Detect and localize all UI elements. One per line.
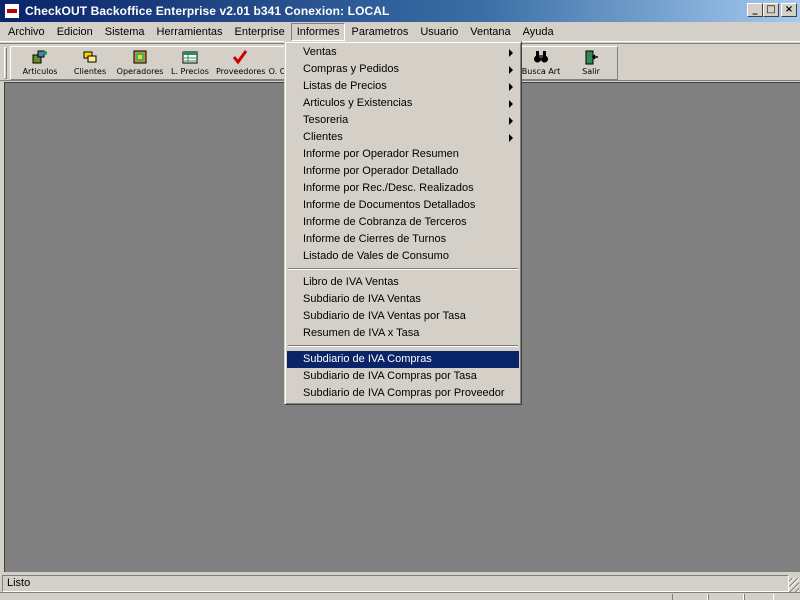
menu-item-label: Compras y Pedidos — [303, 63, 399, 75]
toolbar-clientes-button[interactable]: Clientes — [66, 47, 114, 80]
menu-item-subdiario-iva-ventas[interactable]: Subdiario de IVA Ventas — [287, 291, 519, 308]
menu-item-label: Tesoreria — [303, 114, 349, 126]
menu-item-clientes[interactable]: Clientes — [287, 129, 519, 146]
exit-door-icon — [583, 49, 599, 65]
app-icon[interactable] — [4, 3, 20, 19]
menu-item-listas-precios[interactable]: Listas de Precios — [287, 78, 519, 95]
toolbar-operadores-label: Operadores — [116, 67, 164, 76]
menu-item-resumen-iva-tasa[interactable]: Resumen de IVA x Tasa — [287, 325, 519, 342]
menu-item-operador-resumen[interactable]: Informe por Operador Resumen — [287, 146, 519, 163]
menu-item-compras-pedidos[interactable]: Compras y Pedidos — [287, 61, 519, 78]
clients-icon — [82, 49, 98, 65]
menu-item-operador-detallado[interactable]: Informe por Operador Detallado — [287, 163, 519, 180]
title-bar[interactable]: CheckOUT Backoffice Enterprise v2.01 b34… — [0, 0, 800, 22]
menu-item-label: Ventas — [303, 46, 337, 58]
menu-item-subdiario-iva-ventas-tasa[interactable]: Subdiario de IVA Ventas por Tasa — [287, 308, 519, 325]
menu-item-ventas[interactable]: Ventas — [287, 44, 519, 61]
submenu-arrow-icon — [509, 83, 513, 91]
menu-item-libro-iva-ventas[interactable]: Libro de IVA Ventas — [287, 274, 519, 291]
menu-item-label: Listas de Precios — [303, 80, 387, 92]
menu-ventana[interactable]: Ventana — [464, 23, 516, 41]
menu-item-subdiario-iva-compras-proveedor[interactable]: Subdiario de IVA Compras por Proveedor — [287, 385, 519, 402]
operators-icon — [132, 49, 148, 65]
close-button[interactable]: × — [781, 3, 797, 17]
binoculars-icon — [533, 49, 549, 65]
toolbar-operadores-button[interactable]: Operadores — [116, 47, 164, 80]
submenu-arrow-icon — [509, 134, 513, 142]
resize-grip-icon[interactable] — [789, 578, 799, 592]
menu-item-label: Articulos y Existencias — [303, 97, 413, 109]
menu-usuario[interactable]: Usuario — [414, 23, 464, 41]
menu-item-tesoreria[interactable]: Tesoreria — [287, 112, 519, 129]
menu-separator — [287, 342, 519, 351]
toolbar-listas-precios-label: L. Precios — [171, 67, 209, 76]
purchase-order-icon — [269, 49, 285, 65]
submenu-arrow-icon — [509, 100, 513, 108]
menu-bar: Archivo Edicion Sistema Herramientas Ent… — [0, 22, 800, 42]
toolbar-grip[interactable] — [4, 47, 7, 79]
menu-item-rec-desc[interactable]: Informe por Rec./Desc. Realizados — [287, 180, 519, 197]
toolbar-busca-art-button[interactable]: Busca Art — [518, 47, 564, 80]
menu-item-subdiario-iva-compras-tasa[interactable]: Subdiario de IVA Compras por Tasa — [287, 368, 519, 385]
submenu-arrow-icon — [509, 49, 513, 57]
menu-archivo[interactable]: Archivo — [2, 23, 51, 41]
menu-item-cierres-turnos[interactable]: Informe de Cierres de Turnos — [287, 231, 519, 248]
status-lower-panels — [0, 592, 800, 600]
toolbar-busca-art-label: Busca Art — [521, 67, 561, 76]
toolbar-salir-label: Salir — [582, 67, 600, 76]
menu-parametros[interactable]: Parametros — [345, 23, 414, 41]
price-list-icon — [182, 49, 198, 65]
menu-separator — [287, 265, 519, 274]
menu-item-vales-consumo[interactable]: Listado de Vales de Consumo — [287, 248, 519, 265]
toolbar-articulos-label: Articulos — [22, 67, 58, 76]
window-title: CheckOUT Backoffice Enterprise v2.01 b34… — [25, 4, 390, 18]
submenu-arrow-icon — [509, 117, 513, 125]
minimize-button[interactable]: _ — [747, 3, 763, 17]
checkmark-icon — [232, 49, 248, 65]
menu-informes[interactable]: Informes — [290, 22, 346, 41]
status-text: Listo — [2, 575, 789, 592]
articles-icon — [32, 49, 48, 65]
toolbar-salir-button[interactable]: Salir — [568, 47, 614, 80]
menu-enterprise[interactable]: Enterprise — [229, 23, 291, 41]
menu-item-label: Clientes — [303, 131, 343, 143]
status-panel-segment — [708, 594, 744, 600]
menu-sistema[interactable]: Sistema — [99, 23, 151, 41]
menu-item-documentos-detallados[interactable]: Informe de Documentos Detallados — [287, 197, 519, 214]
maximize-button[interactable]: □ — [763, 3, 779, 17]
submenu-arrow-icon — [509, 66, 513, 74]
window-controls: _ □ × — [747, 3, 797, 17]
status-bar: Listo — [0, 573, 800, 600]
status-panel-segment — [744, 594, 774, 600]
menu-ayuda[interactable]: Ayuda — [517, 23, 560, 41]
toolbar-articulos-button[interactable]: Articulos — [16, 47, 64, 80]
menu-edicion[interactable]: Edicion — [51, 23, 99, 41]
toolbar-listas-precios-button[interactable]: L. Precios — [166, 47, 214, 80]
menu-item-articulos-existencias[interactable]: Articulos y Existencias — [287, 95, 519, 112]
menu-item-cobranza-terceros[interactable]: Informe de Cobranza de Terceros — [287, 214, 519, 231]
menu-item-subdiario-iva-compras[interactable]: Subdiario de IVA Compras — [287, 351, 519, 368]
toolbar-proveedores-label: Proveedores — [216, 67, 266, 76]
toolbar-proveedores-button[interactable]: Proveedores — [216, 47, 266, 80]
status-panel-segment — [672, 594, 708, 600]
menu-herramientas[interactable]: Herramientas — [151, 23, 229, 41]
toolbar-clientes-label: Clientes — [73, 67, 107, 76]
informes-dropdown-menu: Ventas Compras y Pedidos Listas de Preci… — [284, 41, 522, 405]
